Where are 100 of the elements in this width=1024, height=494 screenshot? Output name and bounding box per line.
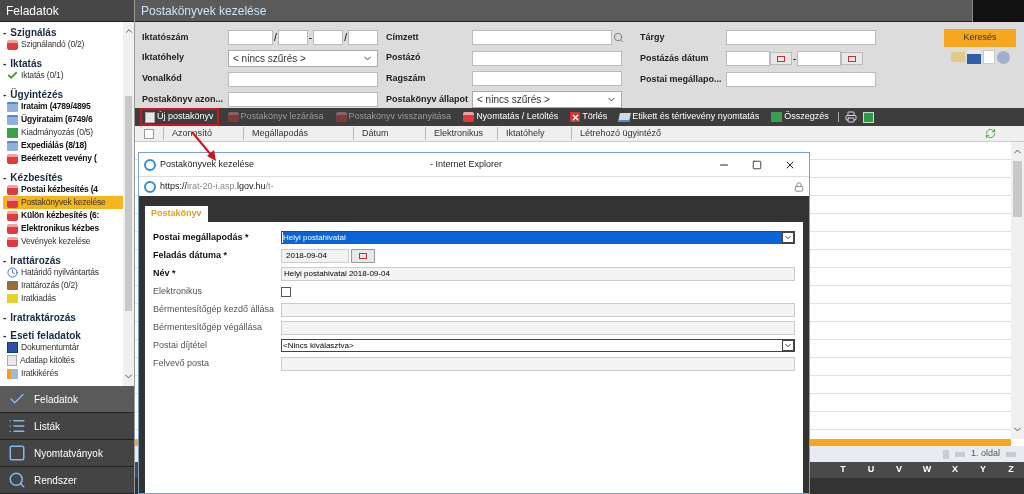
- input-field[interactable]: [228, 92, 378, 108]
- input-field[interactable]: Helyi postahivatal 2018-09-04: [281, 266, 795, 281]
- scrollbar[interactable]: [123, 22, 134, 386]
- select-field[interactable]: <Nincs kiválasztva>: [281, 339, 795, 352]
- letter-filter[interactable]: W: [922, 463, 932, 477]
- column-header[interactable]: Dátum: [353, 126, 425, 141]
- collapse-toggle[interactable]: -: [3, 169, 7, 185]
- input-field[interactable]: [228, 71, 378, 87]
- search-icon[interactable]: [613, 31, 624, 43]
- document-icon: [7, 114, 18, 125]
- input-field[interactable]: [472, 29, 612, 45]
- next-page-icon[interactable]: [1006, 451, 1016, 457]
- scroll-up-icon[interactable]: [123, 26, 134, 36]
- input-field[interactable]: [281, 302, 795, 317]
- collapse-toggle[interactable]: -: [3, 86, 7, 102]
- date-field[interactable]: [726, 51, 770, 66]
- letter-filter[interactable]: Y: [978, 463, 988, 477]
- scroll-thumb[interactable]: [1013, 161, 1022, 217]
- nav-item[interactable]: Nyomtatványok: [0, 440, 134, 467]
- calendar-icon[interactable]: [770, 52, 792, 65]
- sidebar-item[interactable]: Beérkezett vevény (: [3, 152, 123, 165]
- maximize-icon[interactable]: [752, 159, 762, 170]
- dropdown-icon[interactable]: [996, 50, 1010, 64]
- toolbar-button[interactable]: Törlés: [567, 108, 611, 126]
- collapse-toggle[interactable]: -: [3, 309, 7, 325]
- save-icon[interactable]: [966, 50, 981, 64]
- refresh-icon[interactable]: [985, 128, 996, 139]
- input-field[interactable]: [726, 30, 876, 45]
- sidebar-item[interactable]: Iratkikérés: [3, 367, 123, 380]
- calendar-icon[interactable]: [351, 248, 375, 263]
- search-button[interactable]: Keresés: [944, 29, 1016, 47]
- field-label: Elektronikus: [153, 286, 204, 297]
- sidebar-item[interactable]: Ügyirataim (6749/6: [3, 113, 123, 126]
- input-field[interactable]: [281, 356, 795, 371]
- input-field[interactable]: [313, 29, 344, 45]
- collapse-toggle[interactable]: -: [3, 24, 7, 40]
- excel-icon[interactable]: [862, 111, 874, 123]
- sidebar-item[interactable]: Elektronikus kézbes: [3, 222, 123, 235]
- collapse-toggle[interactable]: -: [3, 55, 7, 71]
- letter-filter[interactable]: U: [866, 463, 876, 477]
- checkbox[interactable]: [281, 286, 291, 297]
- sidebar-item[interactable]: Szignálandó (0/2): [3, 38, 123, 51]
- collapse-toggle[interactable]: -: [3, 327, 7, 343]
- print-icon[interactable]: [844, 111, 857, 123]
- sidebar-item[interactable]: Határidő nyilvántartás: [3, 266, 123, 279]
- nav-item[interactable]: Rendszer: [0, 467, 134, 494]
- column-header[interactable]: Megállapodás: [243, 126, 353, 141]
- sidebar-item[interactable]: Külön kézbesítés (6:: [3, 209, 123, 222]
- input-field[interactable]: [726, 72, 876, 87]
- nav-item[interactable]: Listák: [0, 413, 134, 440]
- letter-filter[interactable]: X: [950, 463, 960, 477]
- select-field[interactable]: Helyi postahivatal: [281, 231, 795, 244]
- select-field[interactable]: < nincs szűrés >: [472, 91, 622, 108]
- sidebar-item[interactable]: Iratkiadás: [3, 292, 123, 305]
- column-header[interactable]: Iktatóhely: [497, 126, 571, 141]
- toolbar-button[interactable]: Összegzés: [768, 108, 832, 126]
- search-icon: [8, 471, 26, 489]
- input-field[interactable]: [228, 29, 273, 45]
- sidebar-item[interactable]: Dokumentumtár: [3, 341, 123, 354]
- scroll-thumb[interactable]: [125, 96, 132, 311]
- collapse-toggle[interactable]: -: [3, 252, 7, 268]
- select-field[interactable]: < nincs szűrés >: [228, 49, 378, 67]
- input-field[interactable]: [277, 29, 308, 45]
- filter-label: Postai megállapo...: [640, 72, 723, 86]
- toolbar-button[interactable]: Nyomtatás / Letöltés: [460, 108, 562, 126]
- letter-filter[interactable]: V: [894, 463, 904, 477]
- sidebar-item[interactable]: Iktatás (0/1): [3, 69, 123, 82]
- sidebar-item[interactable]: Expediálás (8/18): [3, 139, 123, 152]
- date-field[interactable]: [797, 51, 842, 66]
- input-field[interactable]: [472, 50, 622, 66]
- field-label: Felvevő posta: [153, 358, 211, 369]
- card-icon: [227, 112, 239, 122]
- column-header[interactable]: Létrehozó ügyintéző: [571, 126, 667, 141]
- sidebar-item[interactable]: Kiadmányozás (0/5): [3, 126, 123, 139]
- calendar-icon[interactable]: [841, 52, 864, 65]
- sidebar-item[interactable]: Irataim (4789/4895: [3, 100, 123, 113]
- previous-page-icon[interactable]: [954, 451, 965, 457]
- scrollbar[interactable]: [1011, 142, 1024, 439]
- section-title: Eseti feladatok: [10, 328, 81, 343]
- field-label: Név *: [153, 268, 177, 279]
- letter-filter[interactable]: Z: [1006, 463, 1016, 477]
- input-field[interactable]: [347, 29, 378, 45]
- input-field[interactable]: [281, 320, 795, 335]
- nav-item[interactable]: Feladatok: [0, 386, 134, 413]
- field-label: Bérmentesítőgép kezdő állása: [153, 304, 276, 315]
- sidebar-item[interactable]: Postakönyvek kezelése: [3, 196, 123, 209]
- letter-filter[interactable]: T: [838, 463, 848, 477]
- sidebar-item[interactable]: Adatlap kitöltés: [3, 354, 123, 367]
- toolbar-button[interactable]: Etikett és tértivevény nyomtatás: [616, 108, 763, 126]
- section-title: Irattározás: [10, 253, 61, 268]
- first-page-icon[interactable]: [942, 449, 949, 459]
- toolbar-button[interactable]: Új postakönyv: [140, 108, 219, 126]
- sidebar-item[interactable]: Vevények kezelése: [3, 235, 123, 248]
- column-header[interactable]: Elektronikus: [425, 126, 497, 141]
- browser-icon: [144, 158, 156, 171]
- input-field[interactable]: [472, 71, 622, 87]
- field-label: Bérmentesítőgép végállása: [153, 322, 264, 333]
- date-field[interactable]: 2018-09-04: [281, 248, 349, 263]
- sidebar-item[interactable]: Irattározás (0/2): [3, 279, 123, 292]
- select-all-checkbox[interactable]: [144, 128, 154, 139]
